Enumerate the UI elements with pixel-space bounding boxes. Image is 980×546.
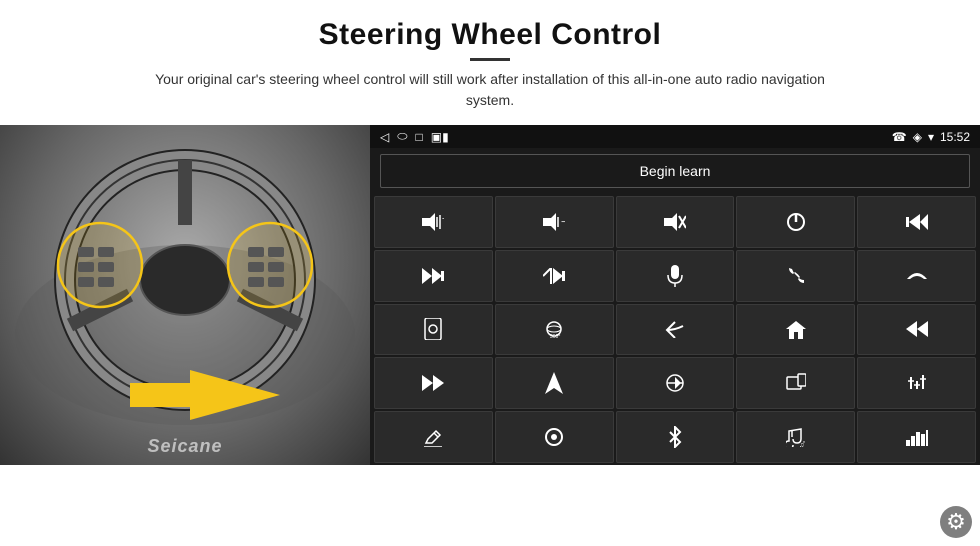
edit-button[interactable] xyxy=(374,411,493,463)
time-display: 15:52 xyxy=(940,130,970,144)
wifi-icon: ◈ xyxy=(913,130,922,144)
media-source-button[interactable] xyxy=(736,357,855,409)
bluetooth-button[interactable] xyxy=(616,411,735,463)
call-status-icon: ☎ xyxy=(892,130,907,144)
home-nav-button[interactable] xyxy=(736,304,855,356)
music-button[interactable]: ♫* xyxy=(736,411,855,463)
call-button[interactable] xyxy=(736,250,855,302)
begin-learn-button[interactable]: Begin learn xyxy=(380,154,970,188)
content-area: Seicane ◁ ⬭ □ ▣▮ ☎ ◈ ▾ 15:52 xyxy=(0,125,980,512)
gear-icon[interactable]: ⚙ xyxy=(940,506,972,538)
mic-button[interactable] xyxy=(616,250,735,302)
steering-image: Seicane xyxy=(0,125,370,465)
page-wrapper: Steering Wheel Control Your original car… xyxy=(0,0,980,546)
subtitle: Your original car's steering wheel contr… xyxy=(140,69,840,111)
swap-button[interactable] xyxy=(616,357,735,409)
vol-down-button[interactable]: − xyxy=(495,196,614,248)
steering-bg: Seicane xyxy=(0,125,370,465)
prev-skip-button[interactable] xyxy=(857,196,976,248)
vol-up-button[interactable]: + xyxy=(374,196,493,248)
svg-text:+: + xyxy=(442,214,444,223)
button-grid: + − xyxy=(370,194,980,465)
status-left: ◁ ⬭ □ ▣▮ xyxy=(380,129,449,144)
home-icon: ⬭ xyxy=(397,129,407,144)
control-panel: ◁ ⬭ □ ▣▮ ☎ ◈ ▾ 15:52 Begin learn xyxy=(370,125,980,465)
watermark: Seicane xyxy=(147,436,222,457)
back-nav-button[interactable] xyxy=(616,304,735,356)
svg-text:−: − xyxy=(561,217,565,228)
status-right: ☎ ◈ ▾ 15:52 xyxy=(892,130,970,144)
notification-icon: ▣▮ xyxy=(431,130,449,144)
svg-text:360°: 360° xyxy=(550,334,560,339)
skip-forward-button[interactable] xyxy=(495,250,614,302)
bars-button[interactable] xyxy=(857,411,976,463)
next-button[interactable] xyxy=(374,250,493,302)
begin-learn-row: Begin learn xyxy=(370,148,980,194)
bottom-bar: ⚙ xyxy=(0,512,980,546)
circle-button[interactable] xyxy=(495,411,614,463)
svg-text:*: * xyxy=(803,441,805,447)
phone-settings-button[interactable] xyxy=(374,304,493,356)
rewind-button[interactable] xyxy=(857,304,976,356)
signal-status-icon: ▾ xyxy=(928,130,934,144)
hang-up-button[interactable] xyxy=(857,250,976,302)
mute-button[interactable] xyxy=(616,196,735,248)
back-icon: ◁ xyxy=(380,130,389,144)
equalizer-button[interactable] xyxy=(857,357,976,409)
fast-forward-button[interactable] xyxy=(374,357,493,409)
status-bar: ◁ ⬭ □ ▣▮ ☎ ◈ ▾ 15:52 xyxy=(370,125,980,148)
header-section: Steering Wheel Control Your original car… xyxy=(0,0,980,119)
recent-icon: □ xyxy=(415,130,422,144)
camera-360-button[interactable]: 360° xyxy=(495,304,614,356)
page-title: Steering Wheel Control xyxy=(40,18,940,52)
title-divider xyxy=(470,58,510,61)
power-button[interactable] xyxy=(736,196,855,248)
navigation-button[interactable] xyxy=(495,357,614,409)
